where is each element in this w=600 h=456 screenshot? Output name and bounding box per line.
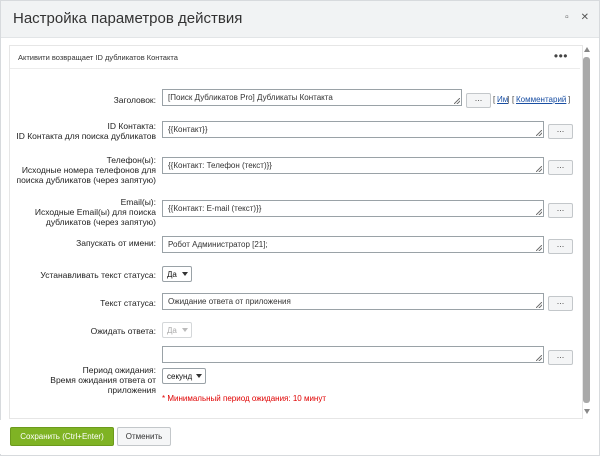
- scroll-up-icon[interactable]: [584, 47, 590, 52]
- resize-handle-icon[interactable]: [536, 130, 542, 136]
- section-header: Активити возвращает ID дубликатов Контак…: [10, 46, 580, 69]
- chevron-down-icon: [182, 328, 188, 332]
- contact-id-sublabel: ID Контакта для поиска дубликатов: [16, 131, 156, 141]
- wait-answer-value: Да: [167, 326, 177, 335]
- resize-handle-icon[interactable]: [536, 302, 542, 308]
- header-picker-button[interactable]: ...: [466, 93, 491, 108]
- scroll-thumb[interactable]: [583, 57, 590, 403]
- status-text-picker-button[interactable]: ...: [548, 296, 573, 311]
- scroll-down-icon[interactable]: [584, 409, 590, 414]
- resize-handle-icon[interactable]: [536, 245, 542, 251]
- more-options-icon[interactable]: •••: [554, 49, 568, 63]
- maximize-icon[interactable]: ▫: [565, 13, 569, 23]
- status-text-label: Текст статуса:: [100, 298, 156, 308]
- comment-link-bracket-open: [: [512, 95, 515, 104]
- emails-sublabel-2: дубликатов (через запятую): [45, 217, 156, 227]
- resize-handle-icon[interactable]: [454, 98, 460, 104]
- comment-link-bracket-close: ]: [568, 95, 571, 104]
- wait-answer-label: Ожидать ответа:: [90, 326, 156, 336]
- name-link-bracket-close: ]: [507, 95, 510, 104]
- wait-period-sublabel-1: Время ожидания ответа от: [50, 375, 156, 385]
- phones-value: {{Контакт: Телефон (текст)}}: [168, 161, 272, 170]
- contact-id-picker-button[interactable]: ...: [548, 124, 573, 139]
- chevron-down-icon: [196, 374, 202, 378]
- resize-handle-icon[interactable]: [536, 355, 542, 361]
- name-link-bracket-open: [: [493, 95, 496, 104]
- resize-handle-icon[interactable]: [536, 166, 542, 172]
- window-controls: ▫ ✕: [565, 13, 589, 23]
- close-icon[interactable]: ✕: [581, 13, 589, 23]
- header-label: Заголовок:: [113, 95, 156, 105]
- content-scrollbar[interactable]: [583, 45, 591, 417]
- status-text-value: Ожидание ответа от приложения: [168, 297, 291, 306]
- wait-period-input[interactable]: [162, 346, 544, 363]
- set-status-label: Устанавливать текст статуса:: [40, 270, 156, 280]
- set-status-value: Да: [167, 270, 177, 279]
- emails-sublabel-1: Исходные Email(ы) для поиска: [34, 207, 156, 217]
- emails-picker-button[interactable]: ...: [548, 203, 573, 218]
- run-as-label: Запускать от имени:: [76, 238, 156, 248]
- comment-link[interactable]: Комментарий: [516, 95, 566, 104]
- save-button[interactable]: Сохранить (Ctrl+Enter): [10, 427, 114, 446]
- header-input[interactable]: [Поиск Дубликатов Pro] Дубликаты Контакт…: [162, 89, 462, 106]
- cancel-button[interactable]: Отменить: [117, 427, 171, 446]
- run-as-input[interactable]: Робот Администратор [21];: [162, 236, 544, 253]
- contact-id-value: {{Контакт}}: [168, 125, 208, 134]
- run-as-value: Робот Администратор [21];: [168, 240, 268, 249]
- run-as-picker-button[interactable]: ...: [548, 239, 573, 254]
- phones-picker-button[interactable]: ...: [548, 160, 573, 175]
- wait-answer-select[interactable]: Да: [162, 322, 192, 338]
- phones-input[interactable]: {{Контакт: Телефон (текст)}}: [162, 157, 544, 174]
- contact-id-label: ID Контакта:: [107, 121, 156, 131]
- phones-sublabel-1: Исходные номера телефонов для: [21, 165, 156, 175]
- wait-period-picker-button[interactable]: ...: [548, 350, 573, 365]
- wait-period-sublabel-2: приложения: [107, 385, 156, 395]
- phones-label: Телефон(ы):: [106, 155, 156, 165]
- wait-period-unit-select[interactable]: секунд: [162, 368, 206, 384]
- phones-sublabel-2: поиска дубликатов (через запятую): [16, 175, 156, 185]
- wait-period-unit: секунд: [167, 372, 193, 381]
- contact-id-input[interactable]: {{Контакт}}: [162, 121, 544, 138]
- resize-handle-icon[interactable]: [536, 209, 542, 215]
- set-status-select[interactable]: Да: [162, 266, 192, 282]
- status-text-input[interactable]: Ожидание ответа от приложения: [162, 293, 544, 310]
- chevron-down-icon: [182, 272, 188, 276]
- dialog-title: Настройка параметров действия: [13, 10, 243, 27]
- header-value: [Поиск Дубликатов Pro] Дубликаты Контакт…: [168, 93, 333, 102]
- emails-label: Email(ы):: [120, 197, 156, 207]
- wait-period-label: Период ожидания:: [82, 365, 156, 375]
- emails-value: {{Контакт: E-mail (текст)}}: [168, 204, 262, 213]
- emails-input[interactable]: {{Контакт: E-mail (текст)}}: [162, 200, 544, 217]
- section-title: Активити возвращает ID дубликатов Контак…: [18, 53, 178, 62]
- dialog-titlebar: Настройка параметров действия ▫ ✕: [1, 1, 599, 38]
- wait-period-note: * Минимальный период ожидания: 10 минут: [162, 394, 326, 403]
